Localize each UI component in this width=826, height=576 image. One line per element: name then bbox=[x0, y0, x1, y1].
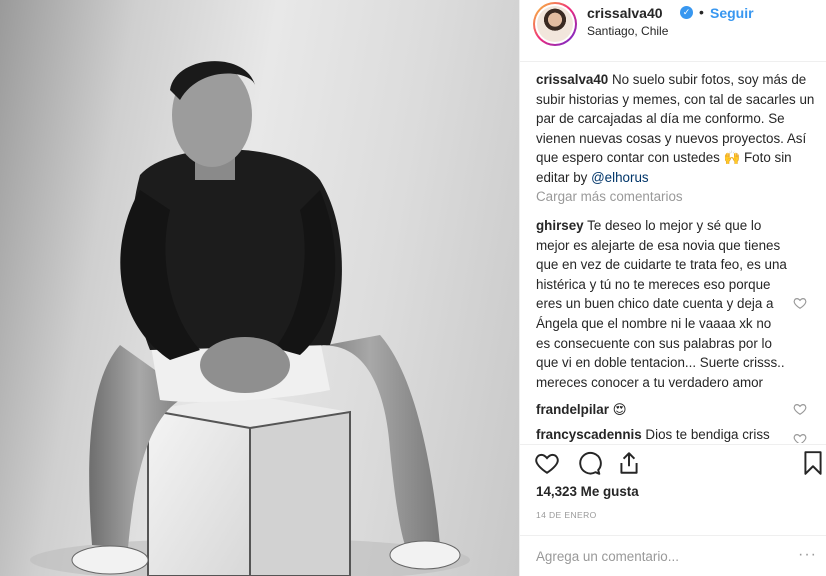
comment-icon[interactable] bbox=[576, 450, 602, 476]
comment-text: Te deseo lo mejor y sé que lo mejor es a… bbox=[536, 218, 787, 390]
comment-item: francyscadennis Dios te bendiga criss bbox=[536, 425, 796, 443]
comment-username[interactable]: ghirsey bbox=[536, 218, 584, 233]
follow-button[interactable]: Seguir bbox=[710, 5, 754, 21]
comment-like-heart-icon[interactable] bbox=[793, 402, 807, 416]
author-username[interactable]: crissalva40 bbox=[587, 5, 663, 21]
caption-mention[interactable]: @elhorus bbox=[591, 170, 649, 185]
post-side-panel: crissalva40 ✓ • Seguir Santiago, Chile c… bbox=[520, 0, 826, 576]
avatar-image bbox=[537, 6, 573, 42]
post-header: crissalva40 ✓ • Seguir Santiago, Chile bbox=[520, 0, 826, 62]
bookmark-icon[interactable] bbox=[800, 450, 826, 476]
post-photo[interactable] bbox=[0, 0, 519, 576]
comment-like-heart-icon[interactable] bbox=[793, 432, 807, 443]
comments-list[interactable]: crissalva40 No suelo subir fotos, soy má… bbox=[520, 63, 826, 443]
share-icon[interactable] bbox=[616, 450, 642, 476]
add-comment-input[interactable] bbox=[536, 546, 786, 566]
like-heart-icon[interactable] bbox=[534, 450, 560, 476]
comment-text: Dios te bendiga criss bbox=[645, 427, 770, 442]
actions-divider bbox=[520, 444, 826, 445]
comment-text: 😍 bbox=[612, 402, 627, 417]
caption-text: No suelo subir fotos, soy más de subir h… bbox=[536, 72, 815, 185]
comment-item: frandelpilar 😍 bbox=[536, 400, 796, 420]
post-date[interactable]: 14 DE ENERO bbox=[536, 510, 597, 520]
add-comment-divider bbox=[520, 535, 826, 536]
comment-item: ghirsey Te deseo lo mejor y sé que lo me… bbox=[536, 216, 788, 392]
likes-count[interactable]: 14,323 Me gusta bbox=[536, 484, 639, 499]
verified-badge-icon: ✓ bbox=[680, 6, 693, 19]
caption: crissalva40 No suelo subir fotos, soy má… bbox=[536, 70, 821, 188]
comment-username[interactable]: francyscadennis bbox=[536, 427, 642, 442]
caption-username[interactable]: crissalva40 bbox=[536, 72, 608, 87]
separator-dot: • bbox=[699, 4, 704, 20]
location-link[interactable]: Santiago, Chile bbox=[587, 24, 668, 38]
comment-like-heart-icon[interactable] bbox=[793, 296, 807, 310]
more-options-icon[interactable]: ··· bbox=[798, 546, 817, 564]
photo-illustration bbox=[30, 61, 470, 576]
avatar[interactable] bbox=[533, 2, 577, 46]
load-more-comments-button[interactable]: Cargar más comentarios bbox=[536, 189, 683, 204]
comment-username[interactable]: frandelpilar bbox=[536, 402, 609, 417]
